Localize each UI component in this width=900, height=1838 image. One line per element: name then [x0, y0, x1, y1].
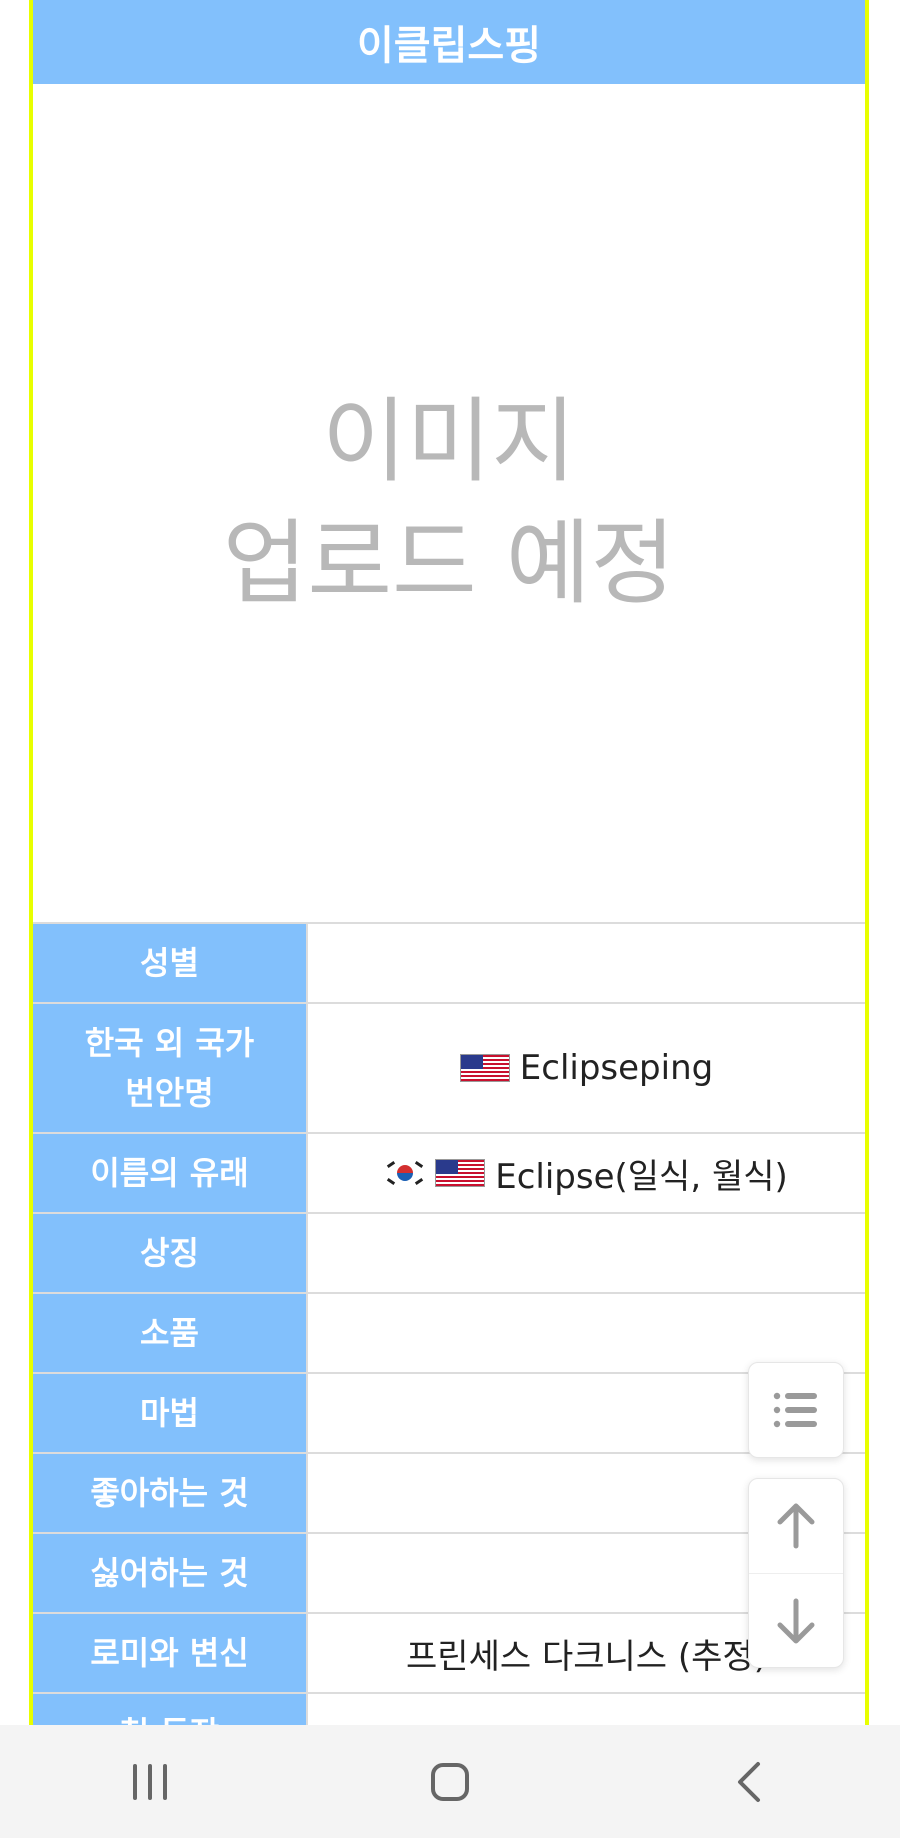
row-label-line2: 번안명 — [125, 1074, 214, 1112]
row-value: Eclipseping — [308, 1004, 865, 1132]
row-label: 첫 등장 — [33, 1694, 308, 1725]
image-placeholder-line2: 업로드 예정 — [222, 510, 676, 617]
row-label: 싫어하는 것 — [33, 1534, 308, 1612]
page-title: 이클립스핑 — [33, 0, 865, 84]
row-label: 로미와 변신 — [33, 1614, 308, 1692]
name-origin-text: Eclipse(일식, 월식) — [495, 1156, 788, 1197]
row-label: 상징 — [33, 1214, 308, 1292]
system-nav-bar — [0, 1725, 900, 1838]
us-flag-icon — [435, 1159, 486, 1187]
row-value — [308, 1214, 865, 1292]
arrow-down-icon — [777, 1598, 815, 1643]
scroll-up-button[interactable] — [749, 1479, 843, 1574]
table-row-foreign-name: 한국 외 국가 번안명 Eclipseping — [33, 1004, 865, 1134]
toc-button[interactable] — [748, 1362, 844, 1458]
foreign-name-text: Eclipseping — [519, 1048, 714, 1088]
row-label: 한국 외 국가 번안명 — [33, 1004, 308, 1132]
row-label: 이름의 유래 — [33, 1134, 308, 1212]
list-icon — [749, 1363, 843, 1457]
back-icon — [738, 1761, 760, 1802]
back-button[interactable] — [690, 1742, 810, 1822]
row-value — [308, 924, 865, 1002]
document-frame: 이클립스핑 이미지 업로드 예정 성별 한국 외 국가 번안명 Eclipsep… — [29, 0, 869, 1725]
kr-flag-icon — [385, 1159, 426, 1187]
table-row-dislikes: 싫어하는 것 — [33, 1534, 865, 1614]
scroll-controls — [748, 1478, 844, 1668]
us-flag-icon — [459, 1054, 510, 1082]
image-placeholder: 이미지 업로드 예정 — [33, 84, 865, 924]
recent-apps-icon — [133, 1763, 167, 1800]
home-button[interactable] — [390, 1742, 510, 1822]
home-icon — [431, 1762, 469, 1801]
table-row-name-origin: 이름의 유래 Eclipse(일식, 월식) — [33, 1134, 865, 1214]
row-label-line1: 한국 외 국가 — [84, 1024, 255, 1062]
table-row-magic: 마법 — [33, 1374, 865, 1454]
scroll-down-button[interactable] — [749, 1574, 843, 1667]
row-label: 성별 — [33, 924, 308, 1002]
arrow-up-icon — [777, 1503, 815, 1549]
row-label: 소품 — [33, 1294, 308, 1372]
table-row-symbol: 상징 — [33, 1214, 865, 1294]
row-value — [308, 1694, 865, 1725]
table-row-gender: 성별 — [33, 924, 865, 1004]
row-label: 마법 — [33, 1374, 308, 1452]
table-row-first-appearance: 첫 등장 — [33, 1694, 865, 1725]
table-row-transformation: 로미와 변신 프린세스 다크니스 (추정) — [33, 1614, 865, 1694]
row-label: 좋아하는 것 — [33, 1454, 308, 1532]
image-placeholder-line1: 이미지 — [322, 388, 576, 495]
row-value: Eclipse(일식, 월식) — [308, 1134, 865, 1212]
table-row-item: 소품 — [33, 1294, 865, 1374]
row-value — [308, 1294, 865, 1372]
recent-apps-button[interactable] — [90, 1742, 210, 1822]
table-row-likes: 좋아하는 것 — [33, 1454, 865, 1534]
